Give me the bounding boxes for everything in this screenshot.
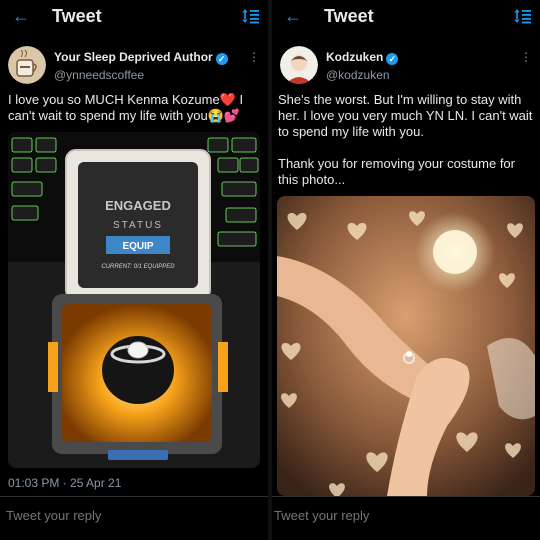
back-arrow-icon[interactable]: ← xyxy=(284,6,302,26)
reply-input[interactable]: Tweet your reply xyxy=(274,506,526,526)
header-title: Tweet xyxy=(324,6,374,26)
box-engaged-text: ENGAGED xyxy=(105,198,171,213)
author-handle[interactable]: @ynneedscoffee xyxy=(54,68,144,82)
sort-icon[interactable] xyxy=(242,8,260,24)
avatar[interactable] xyxy=(8,46,46,84)
box-footer-text: CURRENT: 0/1 EQUIPPED xyxy=(101,264,175,270)
top-bar: ← Tweet xyxy=(0,0,268,34)
tweet-media[interactable] xyxy=(277,196,535,496)
sort-icon[interactable] xyxy=(514,8,532,24)
header-title: Tweet xyxy=(52,6,102,26)
author-handle[interactable]: @kodzuken xyxy=(326,68,390,82)
more-vertical-icon[interactable]: ⋮ xyxy=(248,50,260,64)
right-tweet-panel: ← Tweet Kodzuken ✓ @kodzuken ⋮ She's the … xyxy=(272,0,540,540)
tweet-text: She's the worst. But I'm willing to stay… xyxy=(278,92,536,204)
tweet-timestamp: 01:03 PM · 25 Apr 21 xyxy=(8,476,122,490)
verified-badge-icon: ✓ xyxy=(386,53,399,65)
avatar[interactable] xyxy=(280,46,318,84)
reply-input[interactable]: Tweet your reply xyxy=(6,506,258,526)
tweet-text: I love you so MUCH Kenma Kozume❤️ I can'… xyxy=(8,92,244,123)
box-status-text: STATUS xyxy=(113,220,163,231)
author-name[interactable]: Your Sleep Deprived Author ✓ xyxy=(54,50,228,65)
verified-badge-icon: ✓ xyxy=(215,53,228,65)
back-arrow-icon[interactable]: ← xyxy=(12,6,30,26)
author-name[interactable]: Kodzuken ✓ xyxy=(326,50,399,65)
left-tweet-panel: ← Tweet Your Sleep Deprived Author ✓ @ynn… xyxy=(0,0,268,540)
top-bar: ← Tweet xyxy=(272,0,540,34)
tweet-text-paragraph: Thank you for removing your costume for … xyxy=(278,156,515,187)
tweet-media[interactable]: ENGAGED STATUS EQUIP CURRENT: 0/1 EQUIPP… xyxy=(8,132,260,468)
tweet-text-paragraph: She's the worst. But I'm willing to stay… xyxy=(278,92,533,139)
box-equip-text: EQUIP xyxy=(122,241,153,252)
divider xyxy=(0,496,268,497)
more-vertical-icon[interactable]: ⋮ xyxy=(520,50,532,64)
divider xyxy=(272,496,540,497)
